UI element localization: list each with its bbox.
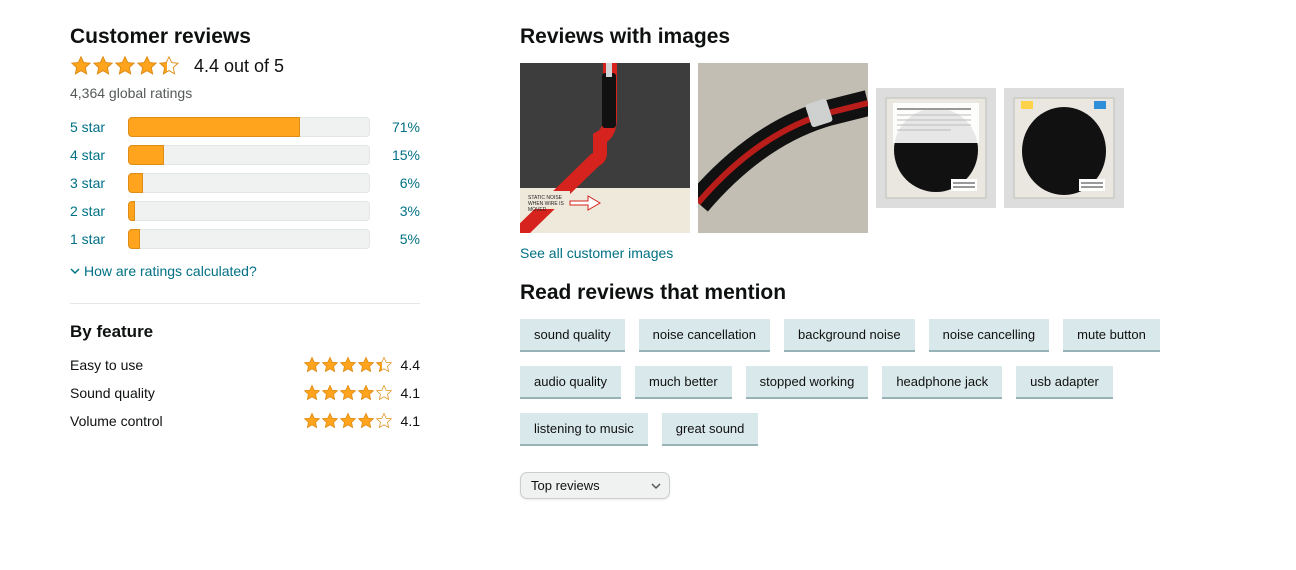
reviews-with-images-heading: Reviews with images (520, 25, 1226, 49)
customer-reviews-heading: Customer reviews (70, 25, 420, 49)
feature-ratings-list: Easy to use4.4Sound quality4.1Volume con… (70, 356, 420, 430)
global-ratings-count: 4,364 global ratings (70, 85, 420, 101)
sort-reviews-dropdown[interactable]: Top reviews (520, 472, 670, 499)
feature-row: Volume control 4.1 (70, 412, 420, 430)
mention-tag[interactable]: noise cancelling (929, 319, 1050, 352)
histogram-star-label: 2 star (70, 203, 122, 219)
mention-tags: sound quality noise cancellation backgroun… (520, 319, 1226, 446)
histogram-bar (128, 145, 370, 165)
feature-stars (303, 356, 393, 374)
mention-tag[interactable]: much better (635, 366, 732, 399)
histogram-percent: 5% (380, 231, 420, 247)
feature-stars (303, 384, 393, 402)
sort-selected-label: Top reviews (531, 478, 600, 493)
histogram-percent: 15% (380, 147, 420, 163)
how-ratings-text: How are ratings calculated? (84, 263, 257, 279)
histogram-row[interactable]: 3 star 6% (70, 173, 420, 193)
mention-tag[interactable]: sound quality (520, 319, 625, 352)
divider (70, 303, 420, 304)
review-image-thumbnail[interactable] (698, 63, 868, 233)
chevron-down-icon (70, 266, 80, 276)
chevron-down-icon (651, 481, 661, 491)
histogram-bar (128, 173, 370, 193)
review-images-strip: STATIC NOISE WHEN WIRE IS MOVED (520, 63, 1226, 233)
mention-tag[interactable]: stopped working (746, 366, 869, 399)
histogram-percent: 6% (380, 175, 420, 191)
histogram-bar (128, 117, 370, 137)
feature-name: Volume control (70, 413, 163, 429)
histogram-percent: 71% (380, 119, 420, 135)
mention-tag[interactable]: usb adapter (1016, 366, 1113, 399)
feature-score: 4.1 (401, 413, 420, 429)
histogram-bar (128, 229, 370, 249)
feature-name: Easy to use (70, 357, 143, 373)
read-reviews-mention-heading: Read reviews that mention (520, 281, 1226, 305)
feature-row: Easy to use 4.4 (70, 356, 420, 374)
mention-tag[interactable]: listening to music (520, 413, 648, 446)
ratings-histogram: 5 star 71% 4 star 15% 3 star 6% 2 star 3… (70, 117, 420, 249)
svg-text:MOVED: MOVED (528, 207, 547, 213)
histogram-star-label: 3 star (70, 175, 122, 191)
by-feature-heading: By feature (70, 322, 420, 342)
overall-rating: 4.4 out of 5 (70, 55, 420, 77)
how-ratings-calculated-link[interactable]: How are ratings calculated? (70, 263, 257, 279)
review-image-thumbnail[interactable]: STATIC NOISE WHEN WIRE IS MOVED (520, 63, 690, 233)
see-all-customer-images-link[interactable]: See all customer images (520, 245, 673, 261)
customer-reviews-panel: Customer reviews 4.4 out of 5 4,364 glob… (70, 25, 420, 499)
review-image-thumbnail[interactable] (876, 88, 996, 208)
histogram-star-label: 4 star (70, 147, 122, 163)
feature-name: Sound quality (70, 385, 155, 401)
overall-rating-text: 4.4 out of 5 (194, 56, 284, 77)
mention-tag[interactable]: audio quality (520, 366, 621, 399)
feature-score: 4.1 (401, 385, 420, 401)
feature-score: 4.4 (401, 357, 420, 373)
mention-tag[interactable]: background noise (784, 319, 915, 352)
histogram-star-label: 5 star (70, 119, 122, 135)
mention-tag[interactable]: great sound (662, 413, 759, 446)
histogram-row[interactable]: 2 star 3% (70, 201, 420, 221)
feature-row: Sound quality 4.1 (70, 384, 420, 402)
histogram-percent: 3% (380, 203, 420, 219)
mention-tag[interactable]: mute button (1063, 319, 1160, 352)
mention-tag[interactable]: headphone jack (882, 366, 1002, 399)
feature-stars (303, 412, 393, 430)
histogram-row[interactable]: 5 star 71% (70, 117, 420, 137)
histogram-row[interactable]: 4 star 15% (70, 145, 420, 165)
histogram-star-label: 1 star (70, 231, 122, 247)
review-image-thumbnail[interactable] (1004, 88, 1124, 208)
mention-tag[interactable]: noise cancellation (639, 319, 770, 352)
overall-stars (70, 55, 180, 77)
histogram-row[interactable]: 1 star 5% (70, 229, 420, 249)
histogram-bar (128, 201, 370, 221)
